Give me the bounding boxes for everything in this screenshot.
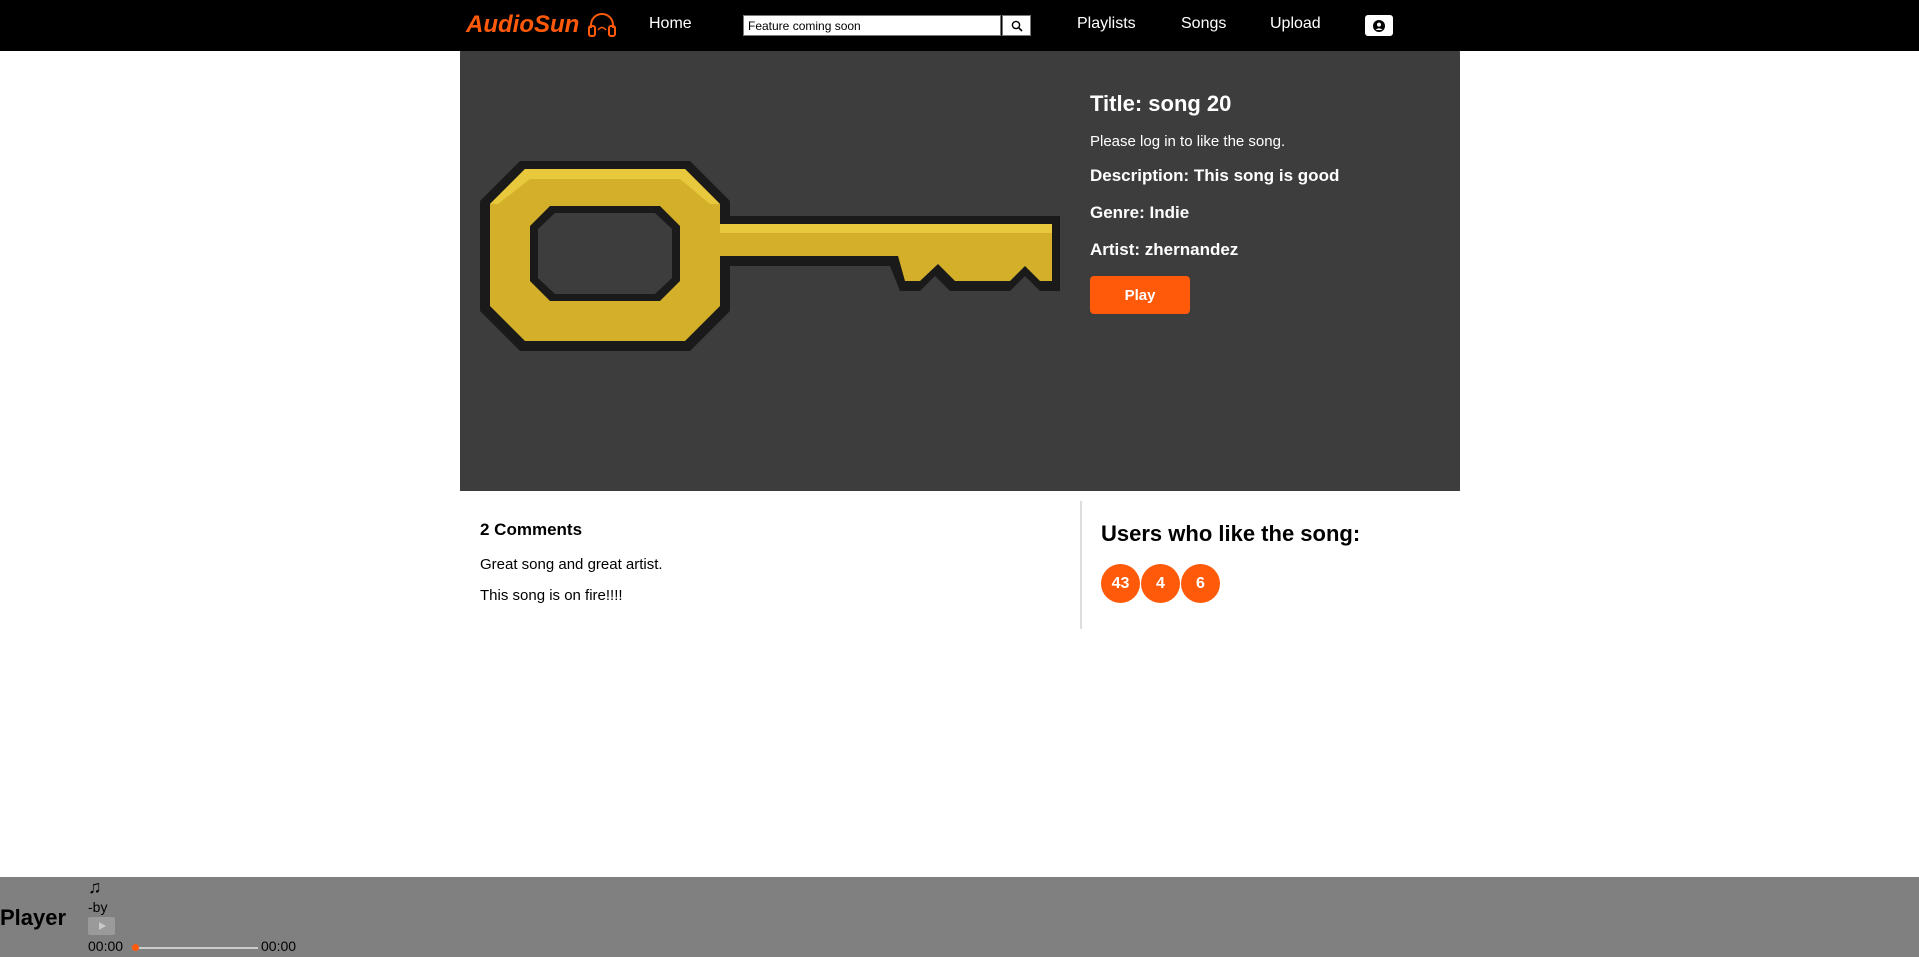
- progress-knob[interactable]: [132, 944, 139, 951]
- music-note-icon: ♫: [88, 877, 102, 897]
- song-hero: Title: song 20 Please log in to like the…: [460, 51, 1460, 491]
- audio-player-bar: Player ♫ -by 00:00 00:00: [0, 877, 1919, 957]
- liked-user-badge[interactable]: 43: [1101, 564, 1140, 603]
- liked-user-badge[interactable]: 4: [1141, 564, 1180, 603]
- duration-time: 00:00: [261, 938, 297, 954]
- nav-songs-link[interactable]: Songs: [1181, 15, 1226, 33]
- play-button[interactable]: Play: [1090, 276, 1190, 314]
- likes-section: Users who like the song: 43 4 6: [1101, 521, 1441, 603]
- comment-item: This song is on fire!!!!: [480, 587, 623, 604]
- brand-name[interactable]: AudioSun: [466, 11, 579, 39]
- comments-section: 2 Comments Great song and great artist. …: [480, 520, 1040, 618]
- player-label: Player: [0, 905, 67, 930]
- nav-home-link[interactable]: Home: [649, 15, 692, 33]
- nav-upload-link[interactable]: Upload: [1270, 15, 1321, 33]
- liked-users-list: 43 4 6: [1101, 564, 1441, 603]
- account-button[interactable]: [1365, 15, 1393, 36]
- song-info: Title: song 20 Please log in to like the…: [1090, 91, 1450, 314]
- headphones-icon: [588, 13, 617, 37]
- liked-user-badge[interactable]: 6: [1181, 564, 1220, 603]
- song-genre: Genre: Indie: [1090, 203, 1190, 222]
- song-cover-key-image: [480, 161, 1060, 351]
- comments-heading: 2 Comments: [480, 520, 583, 539]
- progress-slider[interactable]: [132, 944, 258, 951]
- section-divider: [1080, 501, 1082, 629]
- user-circle-icon: [1373, 19, 1385, 32]
- search-button[interactable]: [1002, 15, 1031, 36]
- song-description: Description: This song is good: [1090, 166, 1340, 185]
- song-title: Title: song 20: [1090, 91, 1232, 116]
- player-play-button[interactable]: [88, 917, 115, 935]
- search-input[interactable]: [743, 15, 1001, 36]
- play-icon: [98, 922, 106, 930]
- current-time: 00:00: [88, 938, 124, 954]
- nav-playlists-link[interactable]: Playlists: [1077, 15, 1136, 33]
- likes-heading: Users who like the song:: [1101, 521, 1361, 546]
- song-artist: Artist: zhernandez: [1090, 240, 1239, 259]
- login-to-like-note: Please log in to like the song.: [1090, 133, 1286, 150]
- top-navbar: AudioSun Home Playlists Songs Upload: [0, 0, 1919, 51]
- comment-item: Great song and great artist.: [480, 556, 663, 573]
- brand-logo[interactable]: AudioSun: [466, 11, 617, 39]
- search-icon: [1011, 20, 1023, 32]
- now-playing-by-line: -by: [88, 899, 108, 915]
